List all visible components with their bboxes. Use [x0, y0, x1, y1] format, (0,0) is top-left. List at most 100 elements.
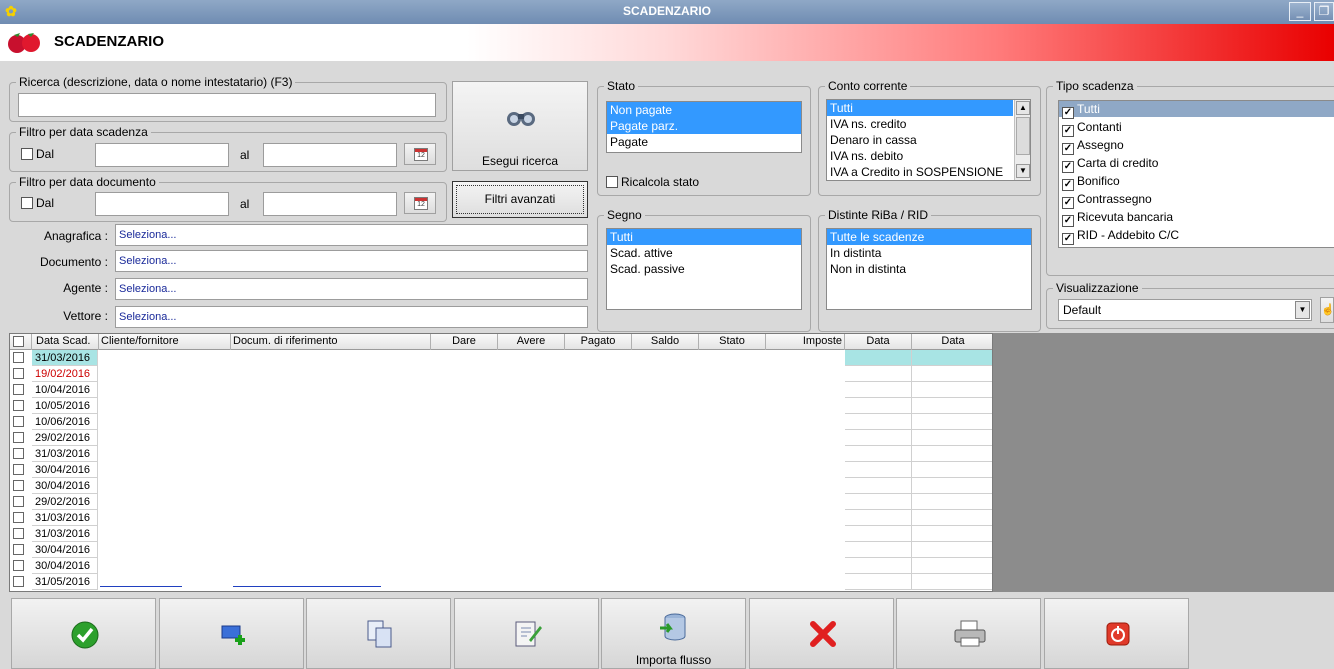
list-item[interactable]: Tutti	[607, 229, 801, 245]
row-checkbox[interactable]	[13, 368, 24, 379]
table-row[interactable]: 31/05/2016	[10, 574, 992, 590]
row-checkbox[interactable]	[13, 544, 24, 555]
documento-calendar-button[interactable]: 12	[404, 192, 436, 214]
row-checkbox[interactable]	[13, 448, 24, 459]
column-header[interactable]: Stato	[699, 334, 766, 350]
scadenza-to-input[interactable]	[263, 143, 397, 167]
tipo-item[interactable]: ✓ Bonifico	[1059, 173, 1334, 191]
stato-list[interactable]: Non pagate Pagate parz. Pagate	[606, 101, 802, 153]
tipo-item[interactable]: ✓ Assegno	[1059, 137, 1334, 155]
list-item[interactable]: Pagate	[607, 134, 801, 150]
table-row[interactable]: 29/02/2016	[10, 494, 992, 510]
table-row[interactable]: 31/03/2016	[10, 350, 992, 366]
table-row[interactable]: 30/04/2016	[10, 478, 992, 494]
row-checkbox[interactable]	[13, 496, 24, 507]
row-checkbox[interactable]	[13, 432, 24, 443]
column-header[interactable]: Dare	[431, 334, 498, 350]
documento-to-input[interactable]	[263, 192, 397, 216]
tipo-item[interactable]: ✓ Carta di credito	[1059, 155, 1334, 173]
column-header[interactable]: Docum. di riferimento	[231, 334, 431, 350]
list-item[interactable]: IVA a Credito in SOSPENSIONE	[827, 164, 1030, 180]
scroll-thumb[interactable]	[1016, 117, 1030, 155]
select-all-checkbox[interactable]	[10, 334, 32, 350]
restore-button[interactable]: ❐	[1314, 2, 1334, 21]
column-header[interactable]: Imposte	[766, 334, 845, 350]
anagrafica-selector[interactable]: Seleziona...	[115, 224, 588, 246]
distinte-list[interactable]: Tutte le scadenze In distinta Non in dis…	[826, 228, 1032, 310]
table-row[interactable]: 31/03/2016	[10, 526, 992, 542]
column-header[interactable]: Data Scad.	[32, 334, 99, 350]
list-item[interactable]: Non in distinta	[827, 261, 1031, 277]
tipo-list[interactable]: ✓ Tutti ✓ Contanti ✓ Assegno ✓ Carta di cred…	[1058, 100, 1334, 248]
row-checkbox[interactable]	[13, 416, 24, 427]
list-item[interactable]: IVA ns. credito	[827, 116, 1030, 132]
row-checkbox[interactable]	[13, 576, 24, 587]
table-row[interactable]: 10/04/2016	[10, 382, 992, 398]
table-row[interactable]: 31/03/2016	[10, 446, 992, 462]
list-item[interactable]: Tutte le scadenze	[827, 229, 1031, 245]
row-checkbox[interactable]	[13, 480, 24, 491]
edit-button[interactable]	[454, 598, 599, 669]
exit-button[interactable]	[1044, 598, 1189, 669]
list-item[interactable]: Non pagate	[607, 102, 801, 118]
tipo-item[interactable]: ✓ Tutti	[1059, 101, 1334, 119]
table-row[interactable]: 30/04/2016	[10, 462, 992, 478]
table-row[interactable]: 19/02/2016	[10, 366, 992, 382]
row-checkbox[interactable]	[13, 528, 24, 539]
conto-list[interactable]: Tutti IVA ns. credito Denaro in cassa IV…	[826, 99, 1031, 181]
row-checkbox[interactable]	[13, 512, 24, 523]
tipo-item[interactable]: ✓ RID - Addebito C/C	[1059, 227, 1334, 245]
confirm-button[interactable]	[11, 598, 156, 669]
table-row[interactable]: 10/06/2016	[10, 414, 992, 430]
list-item[interactable]: In distinta	[827, 245, 1031, 261]
visualizzazione-options-button[interactable]: ☝	[1320, 297, 1334, 323]
list-item[interactable]: IVA ns. debito	[827, 148, 1030, 164]
ricalcola-stato-checkbox[interactable]: Ricalcola stato	[606, 175, 699, 189]
column-header[interactable]: Cliente/fornitore	[99, 334, 231, 350]
list-item[interactable]: Denaro in cassa	[827, 132, 1030, 148]
scadenze-grid[interactable]: Data Scad. Cliente/fornitore Docum. di r…	[9, 333, 993, 592]
table-row[interactable]: 10/05/2016	[10, 398, 992, 414]
print-button[interactable]	[896, 598, 1041, 669]
add-button[interactable]	[159, 598, 304, 669]
delete-button[interactable]	[749, 598, 894, 669]
scadenza-from-input[interactable]	[95, 143, 229, 167]
tipo-item[interactable]: ✓ Ricevuta bancaria	[1059, 209, 1334, 227]
scroll-down-icon[interactable]: ▼	[1016, 164, 1030, 178]
minimize-button[interactable]: _	[1289, 2, 1311, 21]
table-row[interactable]: 29/02/2016	[10, 430, 992, 446]
row-checkbox[interactable]	[13, 352, 24, 363]
table-row[interactable]: 31/03/2016	[10, 510, 992, 526]
column-header[interactable]: Avere	[498, 334, 565, 350]
column-header[interactable]: Pagato	[565, 334, 632, 350]
filter-documento-dal-checkbox[interactable]: Dal	[21, 196, 54, 210]
scadenza-calendar-button[interactable]: 12	[404, 143, 436, 165]
tipo-item[interactable]: ✓ Contrassegno	[1059, 191, 1334, 209]
copy-button[interactable]	[306, 598, 451, 669]
chevron-down-icon[interactable]: ▼	[1295, 301, 1310, 319]
scroll-up-icon[interactable]: ▲	[1016, 101, 1030, 115]
documento-from-input[interactable]	[95, 192, 229, 216]
column-header[interactable]: Data	[845, 334, 912, 350]
visualizzazione-select[interactable]: Default ▼	[1058, 299, 1312, 321]
segno-list[interactable]: Tutti Scad. attive Scad. passive	[606, 228, 802, 310]
list-item[interactable]: Scad. attive	[607, 245, 801, 261]
documento-selector[interactable]: Seleziona...	[115, 250, 588, 272]
esegui-ricerca-button[interactable]: Esegui ricerca	[452, 81, 588, 171]
table-row[interactable]: 30/04/2016	[10, 542, 992, 558]
list-item[interactable]: Pagate parz.	[607, 118, 801, 134]
conto-scrollbar[interactable]: ▲ ▼	[1014, 100, 1030, 180]
row-checkbox[interactable]	[13, 560, 24, 571]
list-item[interactable]: Scad. passive	[607, 261, 801, 277]
importa-flusso-button[interactable]: Importa flusso	[601, 598, 746, 669]
search-input[interactable]	[18, 93, 436, 117]
row-checkbox[interactable]	[13, 464, 24, 475]
row-checkbox[interactable]	[13, 400, 24, 411]
row-checkbox[interactable]	[13, 384, 24, 395]
agente-selector[interactable]: Seleziona...	[115, 278, 588, 300]
tipo-item[interactable]: ✓ Contanti	[1059, 119, 1334, 137]
vettore-selector[interactable]: Seleziona...	[115, 306, 588, 328]
column-header[interactable]: Saldo	[632, 334, 699, 350]
list-item[interactable]: Tutti	[827, 100, 1013, 116]
column-header[interactable]: Data	[912, 334, 992, 350]
